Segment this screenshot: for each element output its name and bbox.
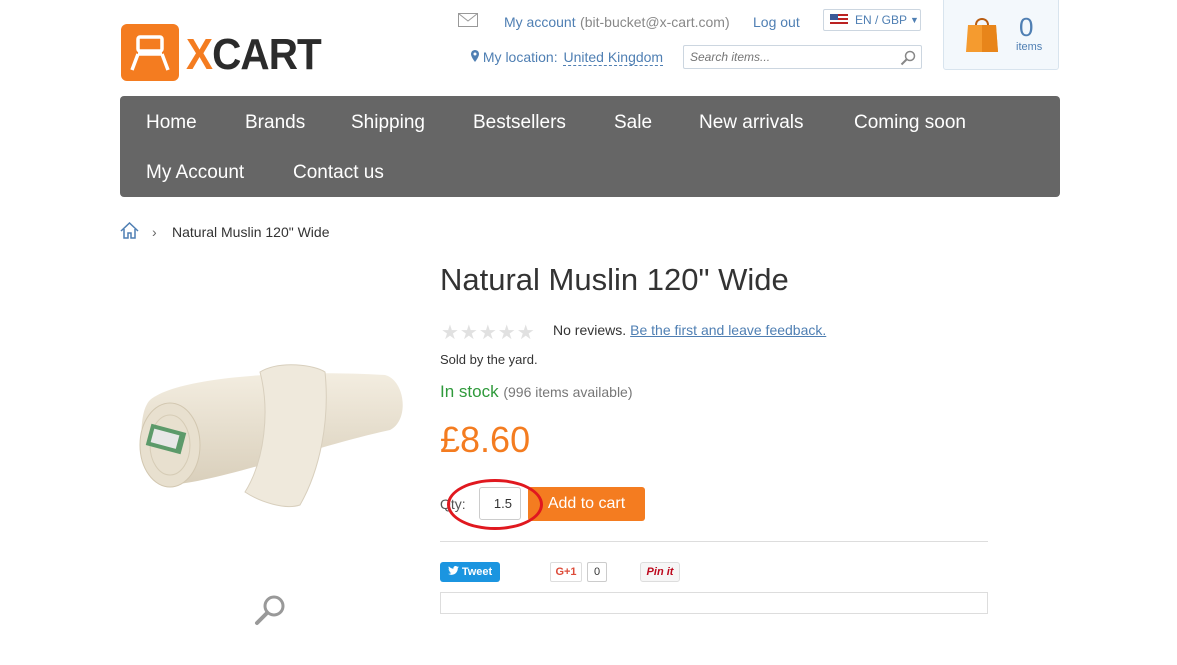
location-value-link[interactable]: United Kingdom <box>563 49 664 66</box>
leave-feedback-link[interactable]: Be the first and leave feedback. <box>630 322 826 338</box>
logo-icon[interactable] <box>121 24 179 81</box>
rating-stars[interactable]: ★★★★★ <box>441 320 536 345</box>
nav-my-account[interactable]: My Account <box>146 162 244 184</box>
product-price: £8.60 <box>440 419 531 460</box>
lang-currency-label: EN / GBP <box>855 13 908 27</box>
sold-by-text: Sold by the yard. <box>440 352 538 367</box>
search-input[interactable] <box>683 45 922 69</box>
search-icon[interactable] <box>900 50 916 71</box>
logo-text[interactable]: XCART <box>186 30 322 80</box>
cart-items-label: items <box>1016 41 1043 53</box>
google-plus-count: 0 <box>587 562 607 582</box>
caret-down-icon: ▼ <box>910 15 919 25</box>
nav-contact-us[interactable]: Contact us <box>293 162 384 184</box>
available-count: (996 items available) <box>503 384 633 400</box>
tweet-label: Tweet <box>461 566 493 578</box>
no-reviews-text: No reviews. <box>553 322 627 338</box>
breadcrumb-current: Natural Muslin 120" Wide <box>172 224 330 240</box>
nav-bestsellers[interactable]: Bestsellers <box>473 112 566 134</box>
nav-coming-soon[interactable]: Coming soon <box>854 112 966 134</box>
product-title: Natural Muslin 120" Wide <box>440 262 789 297</box>
us-flag-icon <box>830 14 848 26</box>
highlight-circle-annotation <box>447 479 543 530</box>
home-icon[interactable] <box>120 221 139 244</box>
nav-shipping[interactable]: Shipping <box>351 112 425 134</box>
main-navigation: Home Brands Shipping Bestsellers Sale Ne… <box>120 96 1060 197</box>
nav-home[interactable]: Home <box>146 112 197 134</box>
nav-new-arrivals[interactable]: New arrivals <box>699 112 804 134</box>
nav-brands[interactable]: Brands <box>245 112 305 134</box>
shopping-bag-icon[interactable] <box>965 13 999 58</box>
mail-icon[interactable] <box>458 13 478 32</box>
account-email: (bit-bucket@x-cart.com) <box>580 14 730 30</box>
twitter-bird-icon <box>447 566 459 578</box>
stock-status: In stock <box>440 382 499 401</box>
add-to-cart-button[interactable]: Add to cart <box>528 487 645 521</box>
tweet-button[interactable]: Tweet <box>440 562 500 582</box>
nav-sale[interactable]: Sale <box>614 112 652 134</box>
zoom-icon[interactable] <box>254 592 288 631</box>
google-plus-button[interactable]: G+1 <box>550 562 582 582</box>
breadcrumb-separator: › <box>152 224 157 240</box>
mini-cart[interactable] <box>943 0 1059 70</box>
pinterest-button[interactable]: Pin it <box>640 562 680 582</box>
divider <box>440 541 988 542</box>
product-image[interactable] <box>120 280 420 540</box>
my-account-link[interactable]: My account <box>504 14 576 30</box>
social-comments-box <box>440 592 988 614</box>
location-label: My location: <box>482 49 558 65</box>
logout-link[interactable]: Log out <box>753 14 800 30</box>
location-pin-icon <box>471 49 483 65</box>
cart-count: 0 <box>1019 12 1034 42</box>
language-currency-selector[interactable]: EN / GBP ▼ <box>823 9 921 31</box>
